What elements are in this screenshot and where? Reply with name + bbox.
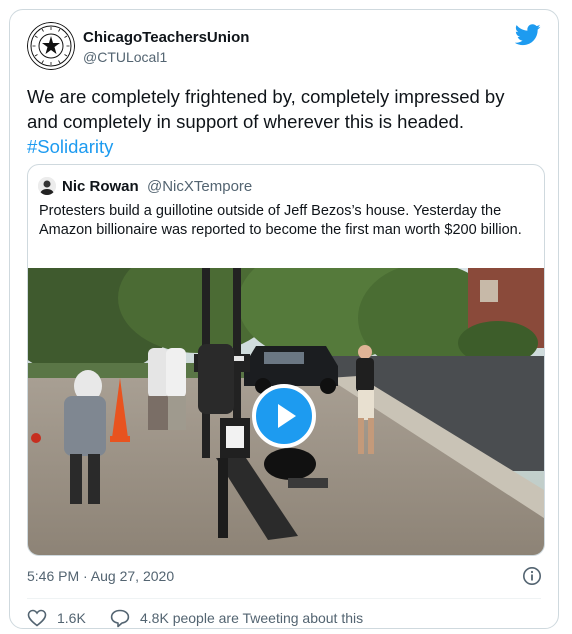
- talk-about-text: 4.8K people are Tweeting about this: [140, 610, 364, 626]
- like-count: 1.6K: [57, 610, 86, 626]
- quote-text: Protesters build a guillotine outside of…: [39, 203, 522, 238]
- hashtag-link[interactable]: #Solidarity: [27, 136, 113, 157]
- union-seal-icon: [27, 22, 75, 70]
- like-button[interactable]: 1.6K: [27, 607, 86, 629]
- talk-about-button[interactable]: 4.8K people are Tweeting about this: [110, 607, 363, 629]
- tweet-text: We are completely frightened by, complet…: [27, 84, 537, 159]
- author-name[interactable]: ChicagoTeachersUnion: [83, 29, 249, 46]
- info-icon[interactable]: [522, 566, 542, 586]
- author-handle[interactable]: @CTULocal1: [83, 49, 167, 65]
- play-icon: [278, 404, 296, 428]
- divider: [27, 598, 541, 599]
- speech-bubble-icon: [110, 609, 130, 627]
- twitter-bird-icon[interactable]: [515, 24, 541, 46]
- person-avatar-icon: [38, 177, 56, 195]
- play-button[interactable]: [252, 384, 316, 448]
- tweet-body: We are completely frightened by, complet…: [27, 86, 505, 132]
- heart-icon: [27, 609, 47, 627]
- quoted-tweet[interactable]: Nic Rowan @NicXTempore Protesters build …: [27, 164, 545, 556]
- video-thumbnail[interactable]: [28, 268, 544, 555]
- tweet-timestamp[interactable]: 5:46 PM · Aug 27, 2020: [27, 568, 174, 584]
- quote-author-handle[interactable]: @NicXTempore: [147, 178, 252, 195]
- author-avatar[interactable]: [27, 22, 75, 70]
- tweet-card: ChicagoTeachersUnion @CTULocal1 We are c…: [9, 9, 559, 629]
- quote-author-name[interactable]: Nic Rowan: [62, 178, 139, 195]
- quote-author-avatar[interactable]: [38, 177, 56, 195]
